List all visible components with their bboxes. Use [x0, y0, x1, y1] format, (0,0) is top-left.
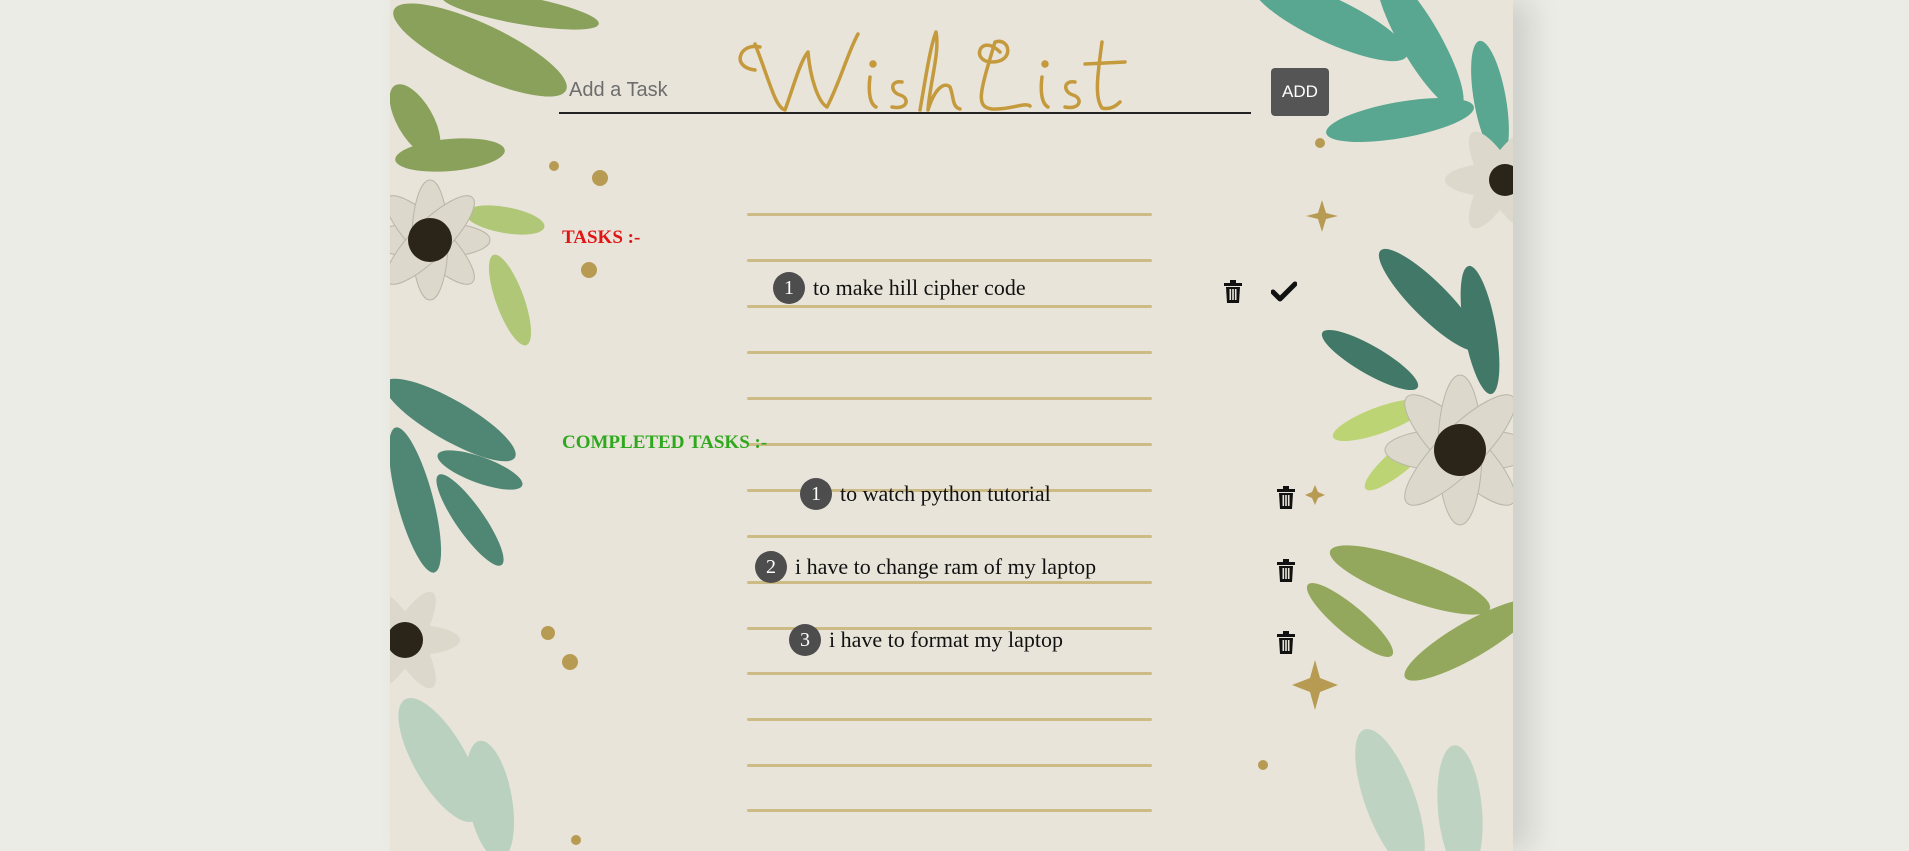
wish-list-paper: ADD TASKS :- 1 to make hill cipher code …: [390, 0, 1513, 851]
task-number-badge: 3: [789, 624, 821, 656]
floral-decoration: [390, 0, 1513, 851]
completed-task-item: 3 i have to format my laptop: [789, 624, 1063, 656]
completed-task-item: 2 i have to change ram of my laptop: [755, 551, 1096, 583]
delete-completed-task-button[interactable]: [1272, 629, 1300, 657]
complete-task-button[interactable]: [1270, 278, 1298, 306]
task-text: i have to format my laptop: [829, 627, 1063, 652]
trash-icon: [1277, 559, 1295, 582]
trash-icon: [1277, 486, 1295, 509]
completed-task-item: 1 to watch python tutorial: [800, 478, 1051, 510]
task-text: to watch python tutorial: [840, 481, 1051, 506]
add-task-input[interactable]: [559, 68, 1251, 114]
trash-icon: [1224, 280, 1242, 303]
task-text: to make hill cipher code: [813, 275, 1026, 300]
task-number-badge: 1: [800, 478, 832, 510]
checkmark-icon: [1271, 281, 1297, 302]
task-item: 1 to make hill cipher code: [773, 272, 1026, 304]
add-button[interactable]: ADD: [1271, 68, 1329, 116]
completed-tasks-heading: COMPLETED TASKS :-: [562, 432, 768, 453]
trash-icon: [1277, 631, 1295, 654]
task-number-badge: 2: [755, 551, 787, 583]
task-text: i have to change ram of my laptop: [795, 554, 1097, 579]
delete-task-button[interactable]: [1219, 278, 1247, 306]
delete-completed-task-button[interactable]: [1272, 557, 1300, 585]
delete-completed-task-button[interactable]: [1272, 484, 1300, 512]
task-number-badge: 1: [773, 272, 805, 304]
tasks-heading: TASKS :-: [562, 227, 641, 248]
